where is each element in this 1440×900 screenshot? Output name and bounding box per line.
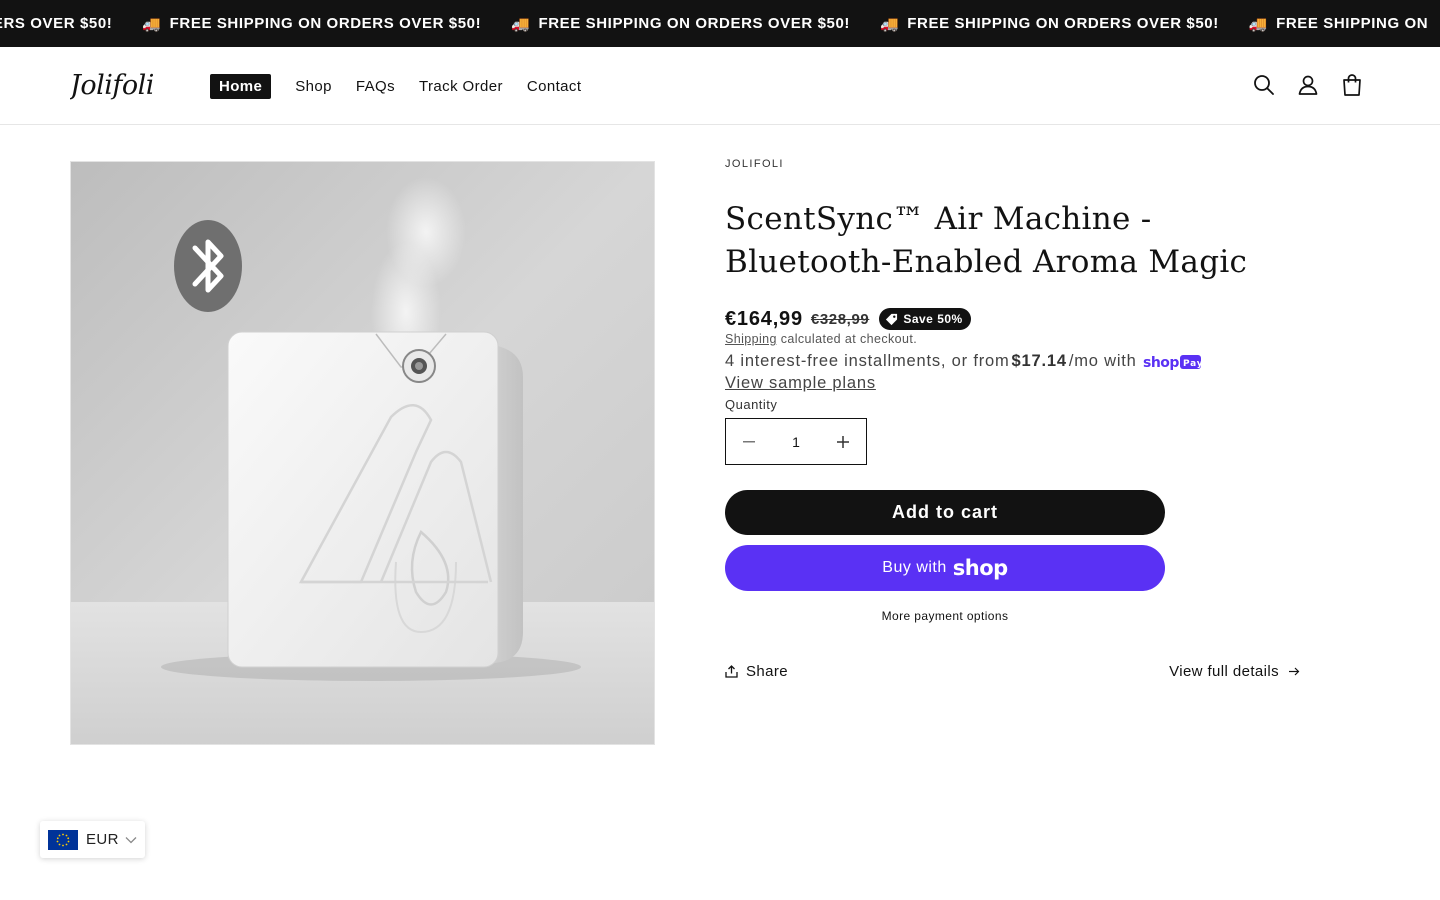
share-label: Share [746,663,789,680]
nav-home[interactable]: Home [210,74,272,99]
save-badge-label: Save 50% [903,312,963,326]
nav-track-order[interactable]: Track Order [419,78,503,95]
chevron-down-icon [125,836,137,843]
arrow-right-icon [1289,667,1300,676]
product-info: JOLIFOLI ScentSync™ Air Machine - Blueto… [725,158,1325,680]
product-actions-row: Share View full details [725,663,1300,680]
buy-with-label: Buy with [882,559,947,576]
product-photo [71,162,654,744]
shipping-text: calculated at checkout. [776,332,918,346]
announcement-item: 🚚 FREE SHIPPING ON ORDERS OVER $50! [880,15,1219,33]
svg-text:Jolifoli: Jolifoli [70,70,154,101]
plus-icon [837,435,849,448]
logo-wordmark: Jolifoli [65,70,154,101]
truck-icon: 🚚 [1248,15,1269,33]
truck-icon: 🚚 [142,15,162,33]
cart-icon[interactable] [1340,73,1364,97]
installments-info: 4 interest-free installments, or from $1… [725,352,1325,371]
account-icon[interactable] [1296,73,1320,97]
quantity-input[interactable] [776,433,816,450]
installments-suffix: /mo with [1068,352,1137,370]
regular-price: €328,99 [810,310,870,328]
nav-contact[interactable]: Contact [527,78,582,95]
installments-amount: $17.14 [1011,352,1067,370]
truck-icon: 🚚 [880,15,900,33]
search-icon[interactable] [1252,73,1276,97]
eu-flag-icon [48,829,78,850]
nav-shop[interactable]: Shop [295,78,332,95]
brand-logo[interactable]: Jolifoli [65,67,170,103]
add-to-cart-button[interactable]: Add to cart [725,490,1165,535]
share-icon [725,665,738,678]
shipping-link[interactable]: Shipping [725,332,777,346]
svg-text:shop: shop [1143,355,1179,371]
currency-code: EUR [86,831,119,848]
shipping-note: Shipping calculated at checkout. [725,332,1325,346]
truck-icon: 🚚 [511,15,531,33]
currency-selector[interactable]: EUR [40,821,145,858]
product-title: ScentSync™ Air Machine - Bluetooth-Enabl… [725,201,1248,280]
header-icons [1252,73,1364,97]
announcement-item: 🚚 FREE SHIPPING ON ORDERS OVER $50! [142,15,482,33]
view-sample-plans-link[interactable]: View sample plans [725,374,876,393]
product-vendor: JOLIFOLI [725,158,784,170]
main-nav: Home Shop FAQs Track Order Contact [210,74,605,99]
quantity-decrease-button[interactable] [726,419,772,464]
announcement-item: RDERS OVER $50! [0,15,113,32]
price-row: €164,99 €328,99 Save 50% [725,304,1325,334]
buy-with-shop-button[interactable]: Buy with shop [725,545,1165,591]
share-button[interactable]: Share [725,663,788,680]
product-image[interactable] [70,161,655,745]
quantity-increase-button[interactable] [820,419,866,464]
quantity-label: Quantity [725,397,778,412]
shop-pay-logo: shop Pay [1143,353,1201,371]
site-header: Jolifoli Home Shop FAQs Track Order Cont… [0,47,1440,125]
tag-icon [886,313,898,325]
svg-text:Pay: Pay [1183,359,1201,369]
minus-icon [743,440,755,442]
sale-price: €164,99 [725,307,803,330]
announcement-bar: RDERS OVER $50! 🚚FREE SHIPPING ON ORDERS… [0,0,1440,47]
quantity-stepper [725,418,867,465]
save-badge: Save 50% [879,308,971,330]
view-full-details-label: View full details [1169,663,1279,680]
announcement-track: RDERS OVER $50! 🚚FREE SHIPPING ON ORDERS… [0,0,1440,47]
announcement-item: 🚚 FREE SHIPPING ON ORDERS OVER $50! [511,15,850,33]
more-payment-options-link[interactable]: More payment options [725,609,1165,623]
installments-prefix: 4 interest-free installments, or from [725,352,1010,370]
nav-faqs[interactable]: FAQs [356,78,395,95]
view-full-details-link[interactable]: View full details [1169,663,1300,680]
shop-brand: shop [952,556,1008,580]
announcement-item: 🚚 FREE SHIPPING ON [1248,15,1429,33]
